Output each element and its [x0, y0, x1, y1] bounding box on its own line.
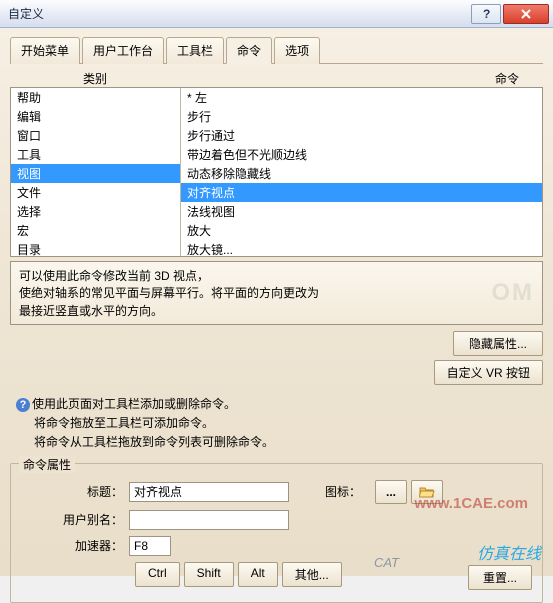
other-button[interactable]: 其他... [282, 562, 342, 587]
list-item[interactable]: 动态移除隐藏线 [181, 164, 542, 183]
description-line: 可以使用此命令修改当前 3D 视点， [19, 268, 534, 285]
list-item[interactable]: 视图 [11, 164, 180, 183]
command-listbox[interactable]: * 左 步行 步行通过 带边着色但不光顺边线 动态移除隐藏线 对齐视点 法线视图… [181, 88, 542, 256]
reset-button[interactable]: 重置... [468, 565, 532, 590]
svg-text:?: ? [483, 8, 490, 20]
title-field[interactable] [129, 482, 289, 502]
help-block: ?使用此页面对工具栏添加或删除命令。 将命令拖放至工具栏可添加命令。 将命令从工… [10, 393, 543, 455]
group-title: 命令属性 [19, 456, 75, 473]
tab-workbench[interactable]: 用户工作台 [82, 37, 164, 64]
help-icon: ? [16, 398, 30, 412]
watermark-cat: CAT [374, 555, 399, 570]
hide-properties-button[interactable]: 隐藏属性... [453, 331, 543, 356]
dialog-content: 开始菜单 用户工作台 工具栏 命令 选项 类别 命令 帮助 编辑 窗口 工具 视… [0, 28, 553, 576]
list-item[interactable]: 选择 [11, 202, 180, 221]
tab-toolbars[interactable]: 工具栏 [166, 37, 224, 64]
list-item[interactable]: 目录 [11, 240, 180, 256]
label-accelerator: 加速器： [21, 537, 129, 554]
icon-dots-button[interactable]: ... [375, 480, 407, 504]
shift-button[interactable]: Shift [184, 562, 234, 587]
list-item[interactable]: 放大 [181, 221, 542, 240]
close-button[interactable] [503, 4, 549, 24]
close-icon [520, 8, 532, 20]
window-title: 自定义 [8, 5, 469, 22]
tab-strip: 开始菜单 用户工作台 工具栏 命令 选项 [10, 36, 543, 64]
watermark-url: www.1CAE.com [414, 495, 528, 512]
header-command: 命令 [180, 70, 543, 87]
list-item[interactable]: 步行 [181, 107, 542, 126]
list-item[interactable]: 宏 [11, 221, 180, 240]
help-line: 使用此页面对工具栏添加或删除命令。 [32, 397, 236, 411]
alias-field[interactable] [129, 510, 289, 530]
list-item[interactable]: 文件 [11, 183, 180, 202]
help-button[interactable]: ? [471, 4, 501, 24]
tab-start-menu[interactable]: 开始菜单 [10, 37, 80, 64]
command-properties-group: 命令属性 标题： 图标： ... 用户别名： 加速器： Ctrl Shift A… [10, 463, 543, 603]
ctrl-button[interactable]: Ctrl [135, 562, 180, 587]
list-item[interactable]: 法线视图 [181, 202, 542, 221]
category-listbox[interactable]: 帮助 编辑 窗口 工具 视图 文件 选择 宏 目录 所有命令 [11, 88, 181, 256]
header-category: 类别 [10, 70, 180, 87]
description-box: 可以使用此命令修改当前 3D 视点， 使绝对轴系的常见平面与屏幕平行。将平面的方… [10, 261, 543, 325]
tab-options[interactable]: 选项 [274, 37, 320, 64]
help-line: 将命令拖放至工具栏可添加命令。 [16, 414, 537, 433]
tab-commands[interactable]: 命令 [226, 37, 272, 64]
watermark-text: OM [491, 276, 534, 311]
label-alias: 用户别名： [21, 511, 129, 528]
title-bar: 自定义 ? [0, 0, 553, 28]
watermark-brand: 仿真在线 [477, 540, 541, 564]
description-line: 最接近竖直或水平的方向。 [19, 303, 534, 320]
question-icon: ? [481, 8, 491, 20]
list-item[interactable]: 带边着色但不光顺边线 [181, 145, 542, 164]
list-item[interactable]: 帮助 [11, 88, 180, 107]
list-item[interactable]: 对齐视点 [181, 183, 542, 202]
list-item[interactable]: 窗口 [11, 126, 180, 145]
description-line: 使绝对轴系的常见平面与屏幕平行。将平面的方向更改为 [19, 285, 534, 302]
list-item[interactable]: 编辑 [11, 107, 180, 126]
help-line: 将命令从工具栏拖放到命令列表可删除命令。 [16, 433, 537, 452]
list-item[interactable]: 放大镜... [181, 240, 542, 256]
alt-button[interactable]: Alt [238, 562, 278, 587]
list-item[interactable]: * 左 [181, 88, 542, 107]
accelerator-field[interactable] [129, 536, 171, 556]
customize-vr-button[interactable]: 自定义 VR 按钮 [434, 360, 543, 385]
list-item[interactable]: 步行通过 [181, 126, 542, 145]
list-item[interactable]: 工具 [11, 145, 180, 164]
label-icon: 图标： [325, 483, 361, 500]
label-title: 标题： [21, 483, 129, 500]
